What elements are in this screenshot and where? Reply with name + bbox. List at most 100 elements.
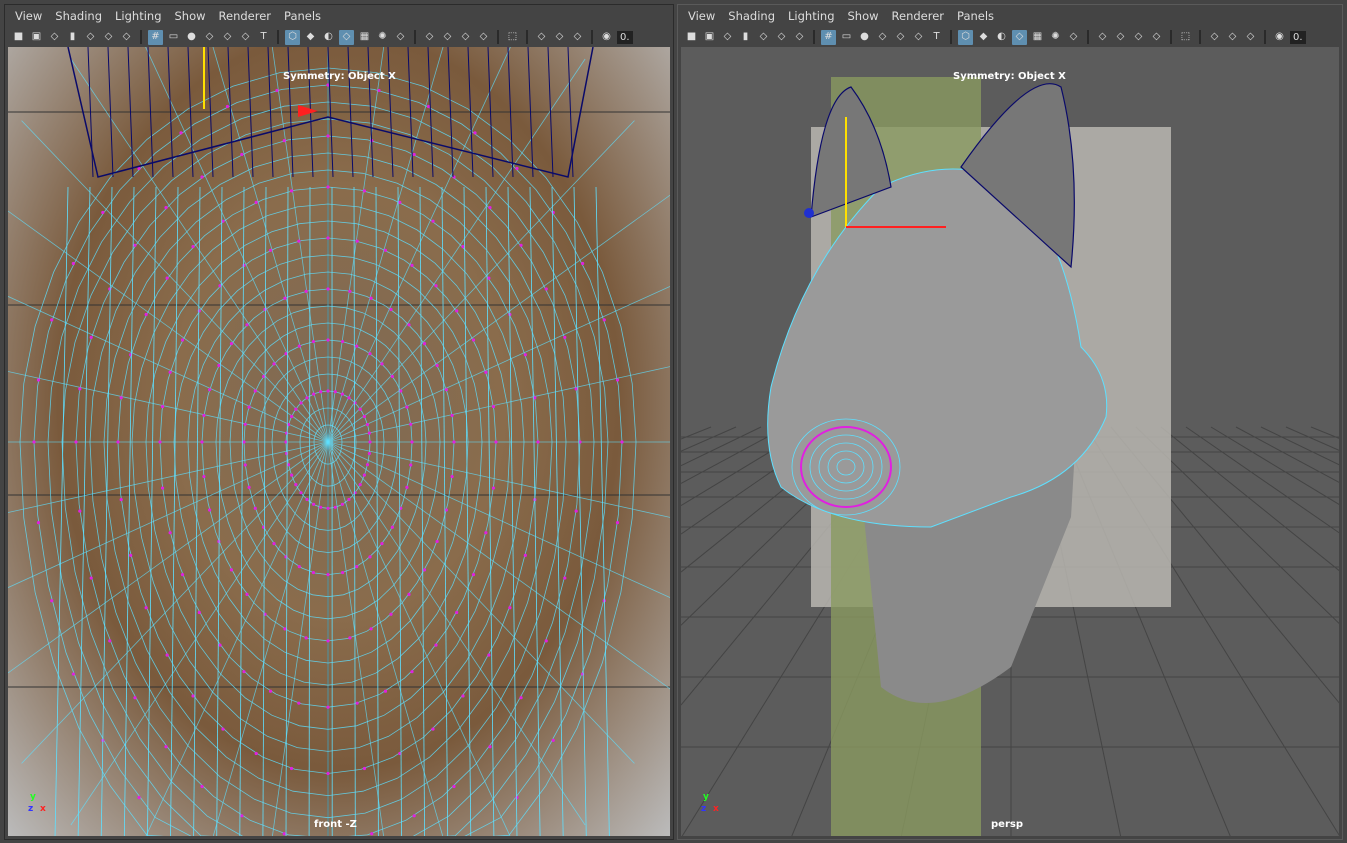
use-all-lights-icon[interactable]: ✺ — [375, 30, 390, 45]
xray-active-components-icon[interactable]: ◇ — [1225, 30, 1240, 45]
2d-pan-zoom-icon[interactable]: ◇ — [101, 30, 116, 45]
menu-shading[interactable]: Shading — [728, 9, 775, 23]
film-gate-icon[interactable]: ▭ — [166, 30, 181, 45]
menu-panels[interactable]: Panels — [957, 9, 994, 23]
xray-icon[interactable]: ◇ — [1207, 30, 1222, 45]
default-material-icon[interactable]: ◐ — [994, 30, 1009, 45]
textured-icon[interactable]: ▦ — [1030, 30, 1045, 45]
screen-space-ao-icon[interactable]: ◇ — [1095, 30, 1110, 45]
gate-mask-icon[interactable]: ◇ — [875, 30, 890, 45]
depth-of-field-icon[interactable]: ◇ — [476, 30, 491, 45]
image-plane-icon[interactable]: ◇ — [83, 30, 98, 45]
safe-action-icon[interactable]: ◇ — [911, 30, 926, 45]
xray-joints-icon[interactable]: ◇ — [1243, 30, 1258, 45]
vertex — [168, 531, 172, 535]
exposure-icon[interactable]: ◉ — [599, 30, 614, 45]
menu-show[interactable]: Show — [175, 9, 206, 23]
vertex — [71, 672, 75, 676]
menu-panels[interactable]: Panels — [284, 9, 321, 23]
grid-icon[interactable]: # — [821, 29, 836, 45]
camera-attributes-icon[interactable]: ◇ — [47, 30, 62, 45]
isolate-select-icon[interactable]: ⬚ — [1178, 30, 1193, 45]
field-chart-icon[interactable]: ◇ — [220, 30, 235, 45]
exposure-icon[interactable]: ◉ — [1272, 30, 1287, 45]
toolbar-separator — [1264, 30, 1266, 44]
camera-icon[interactable]: ■ — [11, 30, 26, 45]
menu-renderer[interactable]: Renderer — [892, 9, 945, 23]
menu-lighting[interactable]: Lighting — [115, 9, 161, 23]
bookmark-icon[interactable]: ▮ — [65, 30, 80, 45]
vertex — [326, 287, 330, 291]
screen-space-ao-icon[interactable]: ◇ — [422, 30, 437, 45]
vertex — [380, 362, 384, 366]
menu-view[interactable]: View — [688, 9, 715, 23]
wireframe-icon[interactable]: ⬡ — [285, 29, 300, 45]
menu-shading[interactable]: Shading — [55, 9, 102, 23]
exposure-value[interactable]: 0. — [1290, 30, 1306, 44]
wireframe-on-shaded-icon[interactable]: ◇ — [1012, 29, 1027, 45]
anti-aliasing-icon[interactable]: ◇ — [1131, 30, 1146, 45]
shadows-icon[interactable]: ◇ — [1066, 30, 1081, 45]
persp-viewport[interactable]: Symmetry: Object X persp yxz — [681, 47, 1339, 836]
field-chart-icon[interactable]: ◇ — [893, 30, 908, 45]
safe-title-icon[interactable]: T — [929, 30, 944, 45]
xray-joints-icon[interactable]: ◇ — [570, 30, 585, 45]
vertex — [471, 338, 476, 342]
default-material-icon[interactable]: ◐ — [321, 30, 336, 45]
vertex — [129, 553, 133, 557]
safe-title-icon[interactable]: T — [256, 30, 271, 45]
vertex — [268, 248, 273, 252]
ground-grid-line — [681, 426, 737, 452]
vertex — [515, 795, 519, 800]
camera-icon[interactable]: ■ — [684, 30, 699, 45]
xray-icon[interactable]: ◇ — [534, 30, 549, 45]
grease-pencil-icon[interactable]: ◇ — [119, 30, 134, 45]
2d-pan-zoom-icon[interactable]: ◇ — [774, 30, 789, 45]
vertex — [434, 643, 438, 647]
resolution-gate-icon[interactable]: ● — [184, 30, 199, 45]
motion-blur-icon[interactable]: ◇ — [440, 30, 455, 45]
camera-attributes-icon[interactable]: ◇ — [720, 30, 735, 45]
gate-mask-icon[interactable]: ◇ — [202, 30, 217, 45]
front-viewport[interactable]: Symmetry: Object X front -Z yxz — [8, 47, 670, 836]
wireframe-icon[interactable]: ⬡ — [958, 29, 973, 45]
persp-scene — [681, 77, 1339, 836]
vertex — [289, 766, 294, 771]
menu-lighting[interactable]: Lighting — [788, 9, 834, 23]
vertex — [536, 440, 540, 444]
film-gate-icon[interactable]: ▭ — [839, 30, 854, 45]
vertex — [508, 606, 512, 610]
xray-active-components-icon[interactable]: ◇ — [552, 30, 567, 45]
vertex — [326, 338, 330, 342]
vertex — [297, 239, 301, 243]
grease-pencil-icon[interactable]: ◇ — [792, 30, 807, 45]
bookmark-icon[interactable]: ▮ — [738, 30, 753, 45]
textured-icon[interactable]: ▦ — [357, 30, 372, 45]
wireframe-on-shaded-icon[interactable]: ◇ — [339, 29, 354, 45]
vertex — [367, 431, 371, 435]
lock-camera-icon[interactable]: ▣ — [29, 30, 44, 45]
menu-show[interactable]: Show — [848, 9, 879, 23]
depth-of-field-icon[interactable]: ◇ — [1149, 30, 1164, 45]
safe-action-icon[interactable]: ◇ — [238, 30, 253, 45]
anti-aliasing-icon[interactable]: ◇ — [458, 30, 473, 45]
vertex — [431, 219, 435, 223]
resolution-gate-icon[interactable]: ● — [857, 30, 872, 45]
use-all-lights-icon[interactable]: ✺ — [1048, 30, 1063, 45]
vertex — [340, 570, 345, 575]
image-plane-icon[interactable]: ◇ — [756, 30, 771, 45]
isolate-select-icon[interactable]: ⬚ — [505, 30, 520, 45]
vertex — [399, 389, 403, 393]
move-manipulator-x — [298, 105, 318, 117]
shadows-icon[interactable]: ◇ — [393, 30, 408, 45]
exposure-value[interactable]: 0. — [617, 30, 633, 44]
smooth-shade-icon[interactable]: ◆ — [303, 30, 318, 45]
radial-edge — [327, 441, 670, 690]
motion-blur-icon[interactable]: ◇ — [1113, 30, 1128, 45]
menu-renderer[interactable]: Renderer — [219, 9, 272, 23]
grid-icon[interactable]: # — [148, 29, 163, 45]
smooth-shade-icon[interactable]: ◆ — [976, 30, 991, 45]
lock-camera-icon[interactable]: ▣ — [702, 30, 717, 45]
menu-view[interactable]: View — [15, 9, 42, 23]
vertical-edge — [308, 186, 311, 836]
